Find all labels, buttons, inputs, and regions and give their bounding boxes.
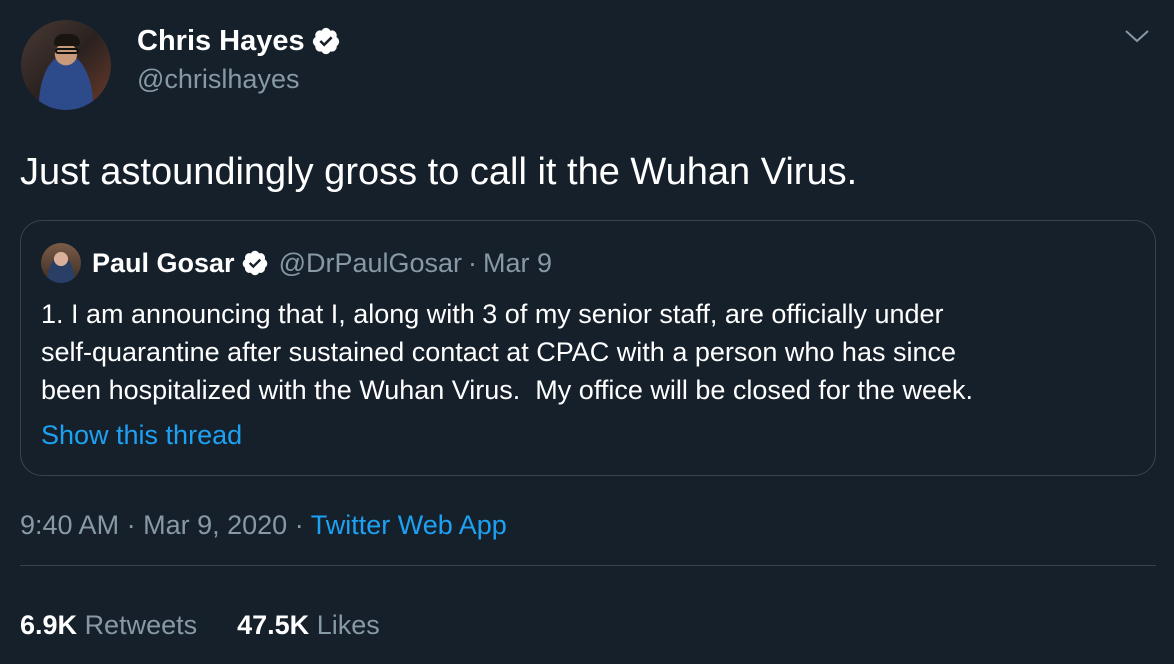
likes-count: 47.5K — [237, 610, 310, 640]
meta-separator: · — [126, 510, 136, 540]
quoted-author-display-name: Paul Gosar — [92, 247, 235, 278]
quoted-tweet-text: 1. I am announcing that I, along with 3 … — [41, 295, 1141, 409]
avatar-hair — [54, 34, 80, 46]
tweet-text: Just astoundingly gross to call it the W… — [20, 151, 858, 193]
retweets-label: Retweets — [84, 610, 198, 640]
quoted-tweet[interactable]: Paul Gosar @DrPaulGosar · Mar 9 1. I am … — [20, 220, 1156, 476]
quoted-tweet-header: Paul Gosar @DrPaulGosar · Mar 9 — [92, 245, 552, 281]
tweet-source-link[interactable]: Twitter Web App — [311, 510, 507, 540]
author-handle[interactable]: @chrislhayes — [137, 62, 341, 96]
show-thread-link[interactable]: Show this thread — [41, 417, 242, 453]
quoted-author-handle: @DrPaulGosar — [278, 247, 463, 278]
likes-stat[interactable]: 47.5K Likes — [237, 606, 380, 644]
retweets-count: 6.9K — [20, 610, 78, 640]
chevron-down-icon[interactable] — [1124, 26, 1150, 46]
quoted-tweet-line: 1. I am announcing that I, along with 3 … — [41, 299, 944, 329]
author-display-name[interactable]: Chris Hayes — [137, 24, 305, 58]
quoted-tweet-date: Mar 9 — [483, 247, 553, 278]
divider — [20, 565, 1156, 566]
verified-badge-icon — [312, 27, 339, 55]
tweet-date[interactable]: Mar 9, 2020 — [143, 510, 287, 540]
tweet-meta: 9:40 AM · Mar 9, 2020 · Twitter Web App — [20, 506, 507, 544]
quoted-tweet-line: self-quarantine after sustained contact … — [41, 337, 956, 367]
likes-label: Likes — [316, 610, 380, 640]
avatar-glasses — [55, 48, 79, 54]
author-display-name-row[interactable]: Chris Hayes — [137, 24, 341, 58]
author-avatar[interactable] — [21, 20, 111, 110]
meta-separator: · — [294, 510, 304, 540]
tweet-time[interactable]: 9:40 AM — [20, 510, 119, 540]
verified-badge-icon — [242, 250, 267, 276]
quoted-tweet-line: been hospitalized with the Wuhan Virus. … — [41, 375, 974, 405]
author-name-block: Chris Hayes @chrislhayes — [137, 24, 341, 96]
tweet-stats: 6.9K Retweets 47.5K Likes — [20, 606, 380, 644]
tweet-card: Chris Hayes @chrislhayes Just astounding… — [0, 0, 1174, 664]
retweets-stat[interactable]: 6.9K Retweets — [20, 606, 197, 644]
meta-separator: · — [468, 247, 478, 278]
quoted-author-avatar — [41, 243, 81, 283]
